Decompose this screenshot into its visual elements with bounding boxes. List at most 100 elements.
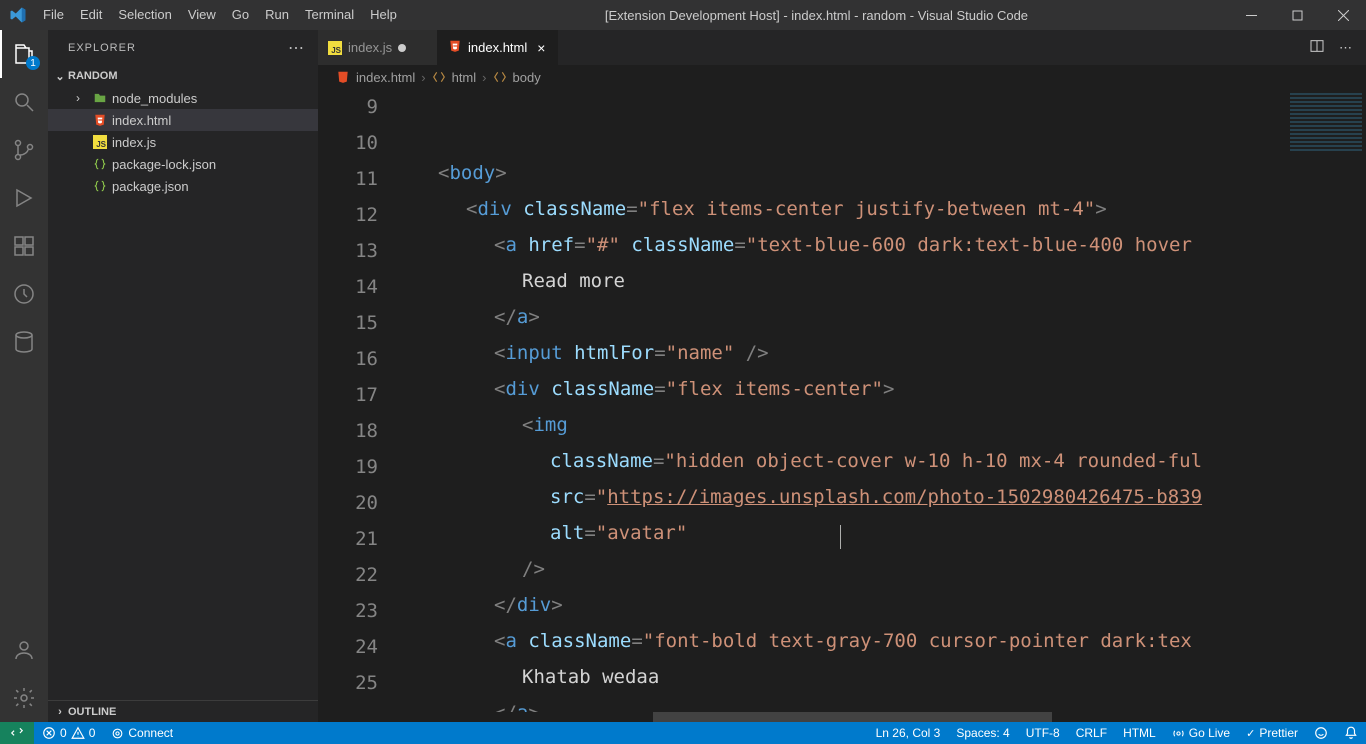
breadcrumb-body[interactable]: body (513, 70, 541, 85)
html-file-icon (448, 39, 462, 56)
line-number: 22 (318, 557, 378, 593)
line-number: 10 (318, 125, 378, 161)
more-actions-icon[interactable]: ⋯ (1339, 40, 1354, 56)
tree-label: node_modules (112, 91, 197, 106)
close-button[interactable] (1320, 0, 1366, 30)
code-line[interactable]: <div className="flex items-center"> (404, 371, 1366, 407)
html-file-icon (90, 113, 110, 127)
horizontal-scrollbar[interactable] (318, 712, 1366, 722)
tree-file-package-json[interactable]: package.json (48, 175, 318, 197)
code-line[interactable]: <div className="flex items-center justif… (404, 191, 1366, 227)
tab-index-js[interactable]: JS index.js (318, 30, 438, 65)
status-indentation[interactable]: Spaces: 4 (948, 722, 1017, 744)
activity-accounts[interactable] (0, 626, 48, 674)
line-number: 25 (318, 665, 378, 701)
status-problems[interactable]: 0 0 (34, 722, 103, 744)
activity-source-control[interactable] (0, 126, 48, 174)
editor-tabs: JS index.js index.html × ⋯ (318, 30, 1366, 65)
status-prettier[interactable]: ✓ Prettier (1238, 722, 1306, 744)
tree-file-index-js[interactable]: JS index.js (48, 131, 318, 153)
menu-terminal[interactable]: Terminal (297, 0, 362, 30)
vscode-logo-icon (0, 6, 35, 24)
line-number-gutter: 910111213141516171819202122232425 (318, 89, 404, 712)
outline-section-header[interactable]: › OUTLINE (48, 700, 318, 722)
code-line[interactable]: src="https://images.unsplash.com/photo-1… (404, 479, 1366, 515)
tree-folder-node-modules[interactable]: › node_modules (48, 87, 318, 109)
text-cursor (840, 525, 841, 549)
minimap[interactable] (1286, 89, 1366, 712)
code-editor[interactable]: 910111213141516171819202122232425 <body>… (318, 89, 1366, 712)
symbol-icon (493, 70, 507, 84)
folder-icon (90, 91, 110, 105)
menu-help[interactable]: Help (362, 0, 405, 30)
menu-file[interactable]: File (35, 0, 72, 30)
editor-actions: ⋯ (1309, 30, 1366, 65)
code-line[interactable]: </a> (404, 695, 1366, 712)
workspace-folder-header[interactable]: ⌄ RANDOM (48, 65, 318, 87)
code-line[interactable]: <img (404, 407, 1366, 443)
status-eol[interactable]: CRLF (1068, 722, 1115, 744)
code-line[interactable]: className="hidden object-cover w-10 h-10… (404, 443, 1366, 479)
code-line[interactable]: alt="avatar" (404, 515, 1366, 551)
explorer-sidebar: EXPLORER ⋯ ⌄ RANDOM › node_modules index… (48, 30, 318, 722)
code-line[interactable]: <body> (404, 155, 1366, 191)
chevron-right-icon: › (421, 70, 425, 85)
status-encoding[interactable]: UTF-8 (1018, 722, 1068, 744)
editor-group: JS index.js index.html × ⋯ (318, 30, 1366, 722)
menu-edit[interactable]: Edit (72, 0, 110, 30)
connect-label: Connect (128, 726, 173, 740)
sidebar-more-icon[interactable]: ⋯ (288, 38, 306, 58)
line-number: 18 (318, 413, 378, 449)
warnings-count: 0 (89, 726, 96, 740)
remote-indicator[interactable] (0, 722, 34, 744)
status-connect[interactable]: Connect (103, 722, 181, 744)
sidebar-title: EXPLORER (68, 42, 136, 54)
line-number: 19 (318, 449, 378, 485)
minimap-content (1290, 93, 1362, 153)
breadcrumbs[interactable]: index.html › html › body (318, 65, 1366, 89)
tree-label: index.html (112, 113, 171, 128)
title-bar: File Edit Selection View Go Run Terminal… (0, 0, 1366, 30)
activity-run-debug[interactable] (0, 174, 48, 222)
activity-database-icon[interactable] (0, 318, 48, 366)
menu-view[interactable]: View (180, 0, 224, 30)
menu-run[interactable]: Run (257, 0, 297, 30)
status-language[interactable]: HTML (1115, 722, 1164, 744)
status-go-live[interactable]: Go Live (1164, 722, 1238, 744)
scrollbar-thumb[interactable] (653, 712, 1051, 722)
line-number: 16 (318, 341, 378, 377)
code-line[interactable]: Read more (404, 263, 1366, 299)
tab-label: index.js (348, 40, 392, 55)
tree-file-index-html[interactable]: index.html (48, 109, 318, 131)
status-cursor-position[interactable]: Ln 26, Col 3 (868, 722, 949, 744)
line-number: 12 (318, 197, 378, 233)
code-line[interactable]: </div> (404, 587, 1366, 623)
status-bell-icon[interactable] (1336, 722, 1366, 744)
code-content[interactable]: <body><div className="flex items-center … (404, 89, 1366, 712)
split-editor-icon[interactable] (1309, 38, 1325, 57)
menu-selection[interactable]: Selection (110, 0, 179, 30)
code-line[interactable]: <a href="#" className="text-blue-600 dar… (404, 227, 1366, 263)
tree-label: package.json (112, 179, 189, 194)
activity-extensions[interactable] (0, 222, 48, 270)
activity-settings[interactable] (0, 674, 48, 722)
code-line[interactable]: <a className="font-bold text-gray-700 cu… (404, 623, 1366, 659)
maximize-button[interactable] (1274, 0, 1320, 30)
breadcrumb-html[interactable]: html (452, 70, 477, 85)
code-line[interactable]: Khatab wedaa (404, 659, 1366, 695)
activity-timeline-icon[interactable] (0, 270, 48, 318)
menu-go[interactable]: Go (224, 0, 257, 30)
tree-label: package-lock.json (112, 157, 216, 172)
activity-search[interactable] (0, 78, 48, 126)
code-line[interactable]: </a> (404, 299, 1366, 335)
json-file-icon (90, 157, 110, 171)
tree-file-package-lock[interactable]: package-lock.json (48, 153, 318, 175)
minimize-button[interactable] (1228, 0, 1274, 30)
tab-close-icon[interactable]: × (533, 40, 545, 56)
activity-explorer[interactable]: 1 (0, 30, 48, 78)
code-line[interactable]: /> (404, 551, 1366, 587)
tab-index-html[interactable]: index.html × (438, 30, 558, 65)
status-feedback-icon[interactable] (1306, 722, 1336, 744)
code-line[interactable]: <input htmlFor="name" /> (404, 335, 1366, 371)
breadcrumb-file[interactable]: index.html (356, 70, 415, 85)
